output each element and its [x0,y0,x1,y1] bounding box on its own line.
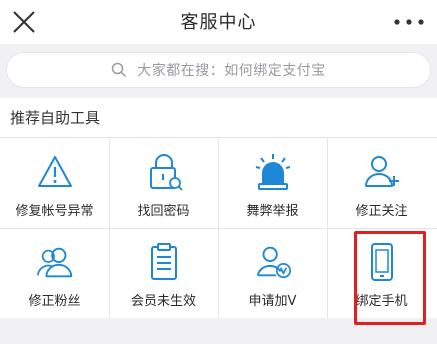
tool-label: 修复帐号异常 [15,204,94,219]
more-icon [394,19,424,25]
warning-icon [35,152,75,192]
page-title: 客服中心 [180,12,257,33]
tool-label: 申请加V [248,294,297,309]
verified-user-icon [253,242,293,282]
search-input[interactable]: 大家都在搜：如何绑定支付宝 [6,52,431,88]
clipboard-icon [144,242,184,282]
tool-fix-following[interactable]: 修正关注 [327,138,436,228]
search-icon [111,62,127,78]
bottom-spacer [0,318,437,344]
tool-label: 舞弊举报 [246,204,299,219]
tool-apply-verification[interactable]: 申请加V [218,228,327,318]
header-bar: 客服中心 [0,0,437,44]
user-add-icon [362,152,402,192]
search-placeholder: 大家都在搜：如何绑定支付宝 [137,63,326,79]
tool-label: 绑定手机 [355,294,408,309]
users-icon [35,242,75,282]
more-button[interactable] [389,10,429,34]
tool-fix-followers[interactable]: 修正粉丝 [0,228,109,318]
tool-recover-password[interactable]: 找回密码 [109,138,218,228]
tool-label: 会员未生效 [130,294,196,309]
lock-icon [144,152,184,192]
tool-bind-phone[interactable]: 绑定手机 [327,228,436,318]
tool-membership-inactive[interactable]: 会员未生效 [109,228,218,318]
phone-icon [362,242,402,282]
tool-fraud-report[interactable]: 舞弊举报 [218,138,327,228]
section-title: 推荐自助工具 [10,109,101,127]
tool-grid: 修复帐号异常 找回密码 舞弊举报 修正关注 修正粉丝 会员未生效 申请加V 绑定… [0,138,437,344]
section-header: 推荐自助工具 [0,98,437,138]
tool-label: 找回密码 [137,204,190,219]
tool-repair-account[interactable]: 修复帐号异常 [0,138,109,228]
alarm-icon [253,152,293,192]
tool-label: 修正粉丝 [28,294,81,309]
search-area: 大家都在搜：如何绑定支付宝 [0,44,437,98]
tool-label: 修正关注 [355,204,408,219]
